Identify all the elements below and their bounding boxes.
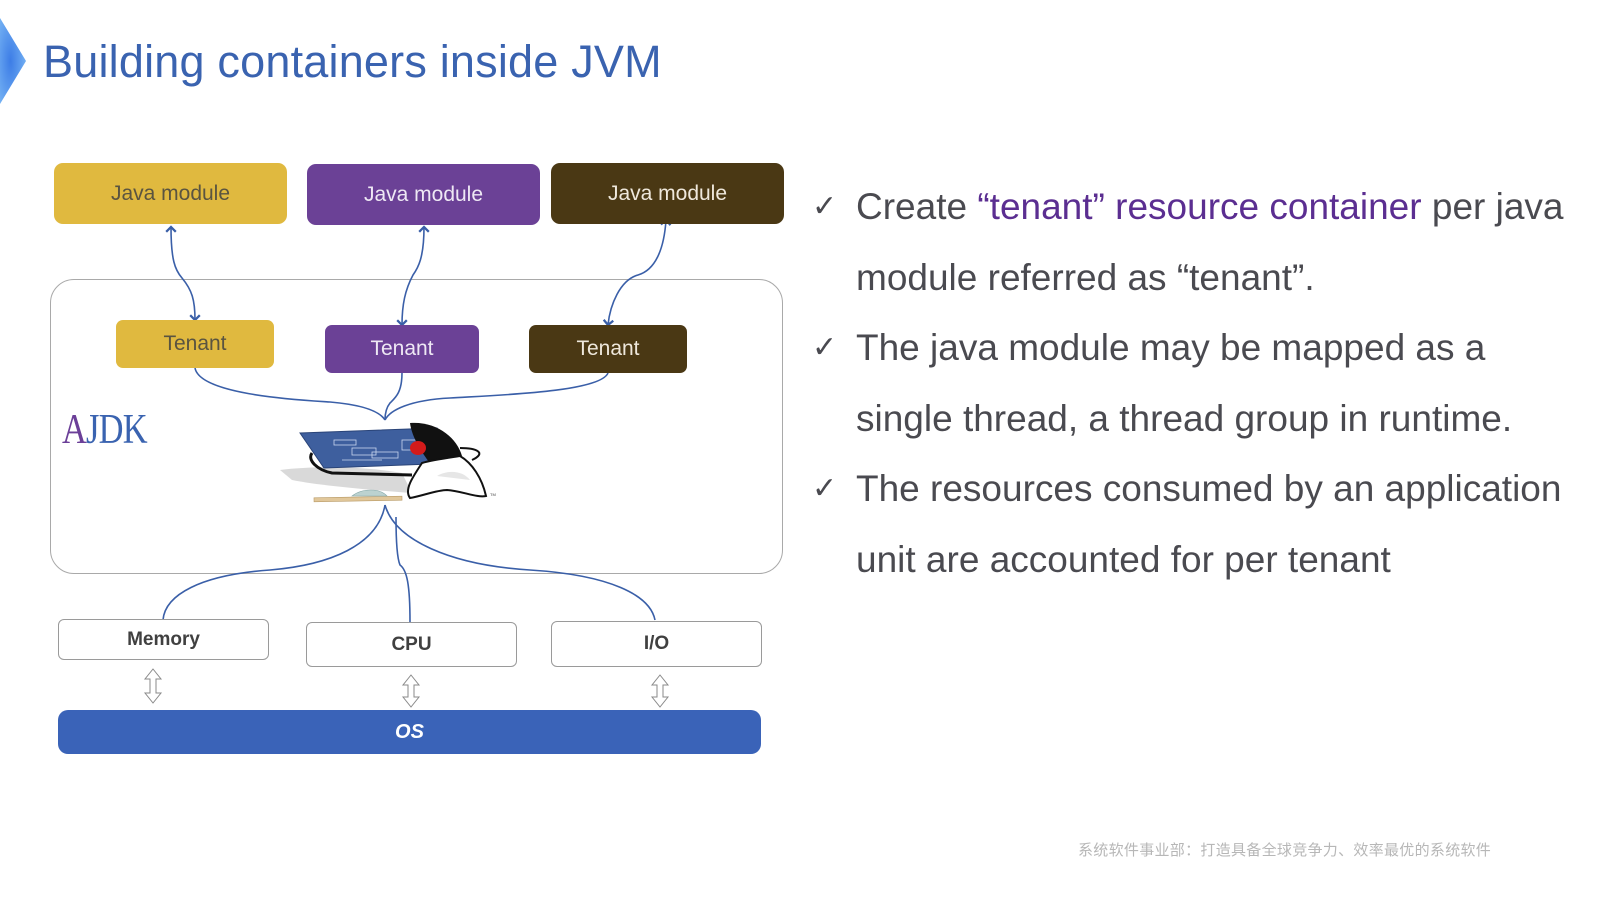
duke-graduate-icon: TM	[280, 422, 496, 503]
tenant-2: Tenant	[325, 325, 479, 373]
bullet-1-highlight: “tenant” resource container	[977, 186, 1422, 227]
resource-io: I/O	[551, 621, 762, 667]
memory-os-arrow	[143, 668, 163, 704]
os-bar: OS	[58, 710, 761, 754]
resource-cpu: CPU	[306, 622, 517, 667]
io-os-arrow	[650, 674, 670, 708]
os-label: OS	[395, 720, 424, 743]
java-module-2: Java module	[307, 164, 540, 225]
architecture-diagram: Java module Java module Java module Tena…	[0, 0, 800, 800]
resource-io-label: I/O	[643, 633, 670, 654]
bullet-list: ✓ Create “tenant” resource container per…	[812, 172, 1572, 595]
java-module-2-label: Java module	[363, 182, 484, 206]
resource-memory: Memory	[58, 619, 269, 660]
ajdk-label-rest: JDK	[86, 407, 148, 453]
cpu-os-arrow	[401, 674, 421, 708]
footer-slogan: 系统软件事业部：打造具备全球竞争力、效率最优的系统软件	[1078, 841, 1492, 859]
java-module-3-label: Java module	[607, 181, 728, 205]
bullet-item: ✓ The resources consumed by an applicati…	[812, 454, 1572, 595]
resource-cpu-label: CPU	[391, 633, 432, 655]
tenant-1-label: Tenant	[163, 332, 227, 355]
ajdk-label-first: A	[62, 407, 87, 453]
bullet-item: ✓ Create “tenant” resource container per…	[812, 172, 1572, 313]
tenant-3: Tenant	[529, 325, 687, 373]
bullet-3-text: The resources consumed by an application…	[856, 468, 1562, 580]
svg-text:TM: TM	[490, 492, 496, 497]
tenant-2-label: Tenant	[370, 337, 434, 360]
java-module-1-label: Java module	[110, 181, 231, 205]
bullet-2-text: The java module may be mapped as a singl…	[856, 327, 1513, 439]
java-module-1: Java module	[54, 163, 287, 224]
tenant-1: Tenant	[116, 320, 274, 368]
resource-memory-label: Memory	[127, 628, 200, 650]
ajdk-label: AJDK	[62, 406, 148, 454]
bullet-1-pre: Create	[856, 186, 978, 227]
java-module-3: Java module	[551, 163, 784, 224]
tenant-3-label: Tenant	[576, 337, 640, 360]
check-mark-icon: ✓	[812, 472, 838, 505]
check-mark-icon: ✓	[812, 331, 838, 364]
bullet-item: ✓ The java module may be mapped as a sin…	[812, 313, 1572, 454]
check-mark-icon: ✓	[812, 190, 838, 223]
